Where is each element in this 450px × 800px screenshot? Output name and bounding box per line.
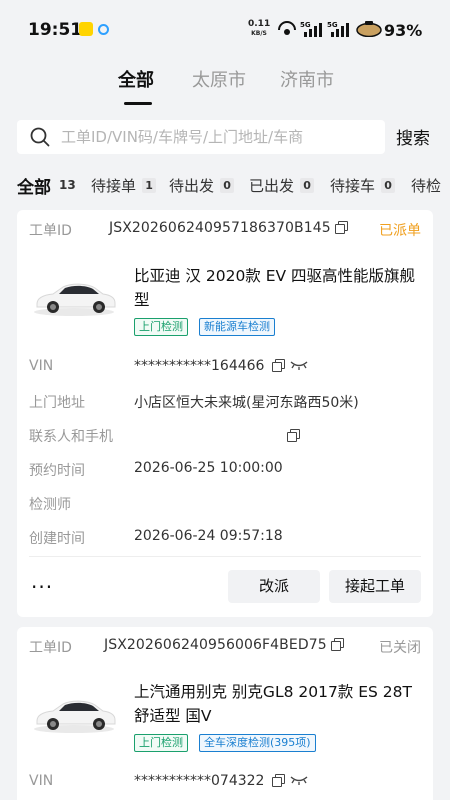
copy-icon[interactable] [272,774,286,787]
service-tag: 上门检测 [134,734,188,752]
order-card[interactable]: 工单ID JSX202606240956006F4BED75 已关闭 上汽通用别… [17,627,433,800]
car-image [34,700,116,733]
signal-5g-icon: 5G [300,20,324,38]
accept-order-button[interactable]: 接起工单 [329,570,421,603]
app-notification-icon [79,22,93,36]
created-value: 2026-06-24 09:57:18 [134,528,283,544]
vin-value: ***********074322 [134,773,308,789]
order-id-label: 工单ID [29,223,72,239]
status-time: 19:51 [28,20,83,40]
inspector-label: 检测师 [29,497,71,513]
created-label: 创建时间 [29,531,85,547]
copy-icon[interactable] [272,359,286,372]
inspection-type-tag: 新能源车检测 [199,318,275,336]
city-tab-jinan[interactable]: 济南市 [280,66,334,92]
count-badge: 0 [300,178,315,193]
search-input[interactable] [61,120,376,154]
signal-5g-icon-2: 5G [327,20,351,38]
filter-tab-pending-pickup[interactable]: 待接车 0 [330,175,396,196]
reassign-button[interactable]: 改派 [228,570,320,603]
order-id: JSX202606240956006F4BED75 [104,637,344,653]
search-icon [30,127,50,147]
count-badge: 1 [142,178,157,193]
status-filter-tabs: 全部 13 待接单 1 待出发 0 已出发 0 待接车 0 待检 [0,170,450,200]
city-tab-taiyuan[interactable]: 太原市 [192,66,246,92]
divider [29,556,421,557]
more-button[interactable]: ··· [31,577,53,597]
filter-tab-all[interactable]: 全部 13 [17,173,79,198]
service-tag: 上门检测 [134,318,188,336]
search-box [17,120,385,154]
active-tab-indicator [124,102,152,105]
car-model-title: 上汽通用别克 别克GL8 2017款 ES 28T 舒适型 国V [134,683,412,725]
vin-value: ***********164466 [134,358,308,374]
inspection-type-tag: 全车深度检测(395项) [199,734,316,752]
appointment-label: 预约时间 [29,463,85,479]
city-tab-all[interactable]: 全部 [118,66,154,92]
status-bar: 19:51 0.11 KB/S 5G 5G 93% [0,0,450,50]
network-speed: 0.11 KB/S [248,19,271,38]
search-button[interactable]: 搜索 [396,124,430,149]
city-tabs: 全部 太原市 济南市 [0,50,450,110]
count-badge: 13 [59,178,76,192]
car-image [34,283,116,316]
copy-icon[interactable] [287,429,300,442]
appointment-value: 2026-06-25 10:00:00 [134,460,283,476]
filter-tab-departed[interactable]: 已出发 0 [249,175,315,196]
address-label: 上门地址 [29,395,85,411]
svg-text:5G: 5G [327,21,338,29]
order-id-label: 工单ID [29,640,72,656]
count-badge: 0 [381,178,396,193]
copy-icon[interactable] [330,638,344,651]
battery-icon [356,21,382,38]
order-card[interactable]: 工单ID JSX202606240957186370B145 已派单 比亚迪 汉… [17,210,433,617]
order-id: JSX202606240957186370B145 [109,220,348,236]
contact-label: 联系人和手机 [29,429,113,445]
address-value: 小店区恒大未来城(星河东路西50米) [134,395,359,411]
filter-tab-pending-accept[interactable]: 待接单 1 [91,175,157,196]
count-badge: 0 [220,178,235,193]
filter-tab-pending-inspect[interactable]: 待检 [411,175,441,196]
order-status: 已关闭 [379,640,421,656]
eye-closed-icon[interactable] [290,774,308,786]
car-model-title: 比亚迪 汉 2020款 EV 四驱高性能版旗舰型 [134,267,416,309]
order-status: 已派单 [379,223,421,239]
sync-icon [98,24,109,35]
filter-tab-pending-depart[interactable]: 待出发 0 [169,175,235,196]
svg-text:5G: 5G [300,21,311,29]
hotspot-icon [276,20,298,38]
battery-level: 93% [384,21,423,40]
vin-label: VIN [29,773,54,789]
copy-icon[interactable] [334,221,348,234]
vin-label: VIN [29,358,54,374]
eye-closed-icon[interactable] [290,359,308,371]
